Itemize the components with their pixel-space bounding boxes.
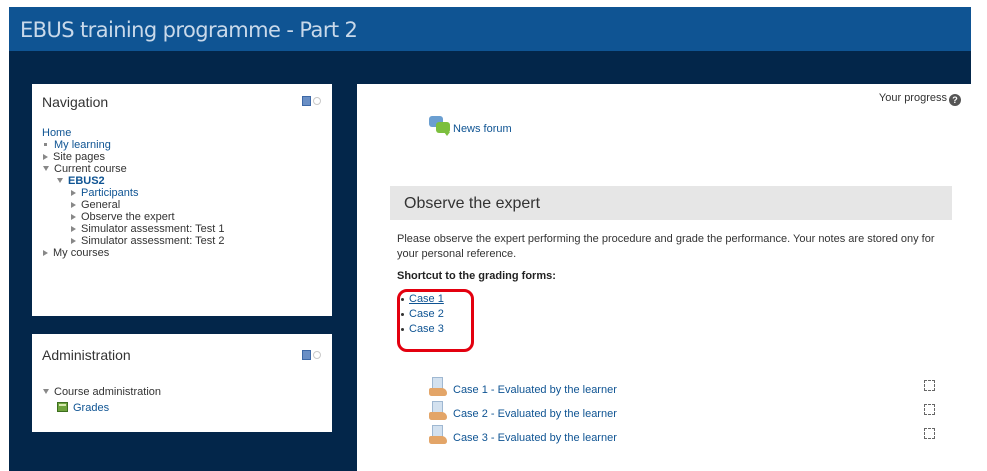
shortcut-heading: Shortcut to the grading forms: bbox=[397, 270, 556, 282]
nav-section-label: Observe the expert bbox=[81, 211, 175, 223]
navigation-tree: Home My learning Site pages Current cour… bbox=[42, 127, 327, 259]
forum-icon bbox=[429, 116, 451, 136]
completion-checkbox[interactable] bbox=[924, 404, 935, 415]
nav-current-course-label: Current course bbox=[54, 163, 127, 175]
dock-icon[interactable] bbox=[302, 350, 311, 360]
expand-icon bbox=[43, 250, 48, 256]
section-title: Observe the expert bbox=[404, 195, 541, 212]
grades-link[interactable]: Grades bbox=[73, 402, 109, 414]
block-controls[interactable] bbox=[302, 350, 322, 360]
nav-participants-link[interactable]: Participants bbox=[81, 187, 138, 199]
grades-icon bbox=[57, 402, 68, 412]
bullet-icon bbox=[44, 143, 47, 147]
main-content: Your progress? News forum Observe the ex… bbox=[357, 84, 971, 471]
progress-label: Your progress bbox=[878, 92, 947, 104]
activity-case-1[interactable]: Case 1 - Evaluated by the learner bbox=[429, 377, 949, 397]
completion-checkbox[interactable] bbox=[924, 380, 935, 391]
nav-section-test2[interactable]: Simulator assessment: Test 2 bbox=[42, 235, 327, 247]
administration-block: Administration Course administration Gra… bbox=[32, 334, 332, 432]
section-header: Observe the expert bbox=[390, 186, 952, 220]
highlight-box bbox=[397, 289, 474, 352]
nav-section-label: Simulator assessment: Test 2 bbox=[81, 235, 225, 247]
nav-section-label: Simulator assessment: Test 1 bbox=[81, 223, 225, 235]
nav-site-pages[interactable]: Site pages bbox=[42, 151, 327, 163]
nav-current-course[interactable]: Current course bbox=[42, 163, 327, 175]
assignment-icon bbox=[429, 377, 449, 397]
nav-section-observe[interactable]: Observe the expert bbox=[42, 211, 327, 223]
nav-my-courses-label: My courses bbox=[53, 247, 110, 259]
nav-my-learning-link[interactable]: My learning bbox=[54, 139, 111, 151]
nav-section-general[interactable]: General bbox=[42, 199, 327, 211]
collapse-arrow-icon bbox=[57, 178, 63, 183]
activity-link[interactable]: Case 1 - Evaluated by the learner bbox=[453, 384, 617, 396]
activity-link[interactable]: Case 2 - Evaluated by the learner bbox=[453, 408, 617, 420]
navigation-block: Navigation Home My learning Site pages C… bbox=[32, 84, 332, 316]
nav-site-pages-label: Site pages bbox=[53, 151, 105, 163]
expand-icon bbox=[71, 190, 76, 196]
activity-case-2[interactable]: Case 2 - Evaluated by the learner bbox=[429, 401, 949, 421]
navigation-title: Navigation bbox=[42, 94, 109, 110]
dock-icon[interactable] bbox=[302, 96, 311, 106]
nav-course-administration[interactable]: Course administration bbox=[42, 386, 327, 398]
block-controls[interactable] bbox=[302, 96, 322, 106]
nav-home-link[interactable]: Home bbox=[42, 127, 71, 139]
nav-section-label: General bbox=[81, 199, 121, 211]
assignment-icon bbox=[429, 425, 449, 445]
nav-my-courses[interactable]: My courses bbox=[42, 247, 327, 259]
collapse-icon[interactable] bbox=[313, 351, 321, 359]
assignment-icon bbox=[429, 401, 449, 421]
your-progress: Your progress? bbox=[879, 92, 961, 106]
expand-icon bbox=[71, 238, 76, 244]
collapse-arrow-icon bbox=[43, 166, 49, 171]
nav-section-test1[interactable]: Simulator assessment: Test 1 bbox=[42, 223, 327, 235]
completion-checkbox[interactable] bbox=[924, 428, 935, 439]
help-icon[interactable]: ? bbox=[949, 94, 961, 106]
expand-icon bbox=[71, 214, 76, 220]
news-forum-link[interactable]: News forum bbox=[453, 123, 512, 135]
administration-title: Administration bbox=[42, 347, 131, 363]
course-admin-label: Course administration bbox=[54, 386, 161, 398]
expand-icon bbox=[71, 226, 76, 232]
collapse-icon[interactable] bbox=[313, 97, 321, 105]
administration-tree: Course administration Grades bbox=[42, 386, 327, 414]
section-summary: Please observe the expert performing the… bbox=[397, 233, 935, 260]
course-title[interactable]: EBUS training programme - Part 2 bbox=[20, 18, 358, 42]
expand-icon bbox=[43, 154, 48, 160]
page-header: EBUS training programme - Part 2 bbox=[9, 7, 971, 51]
nav-course-link[interactable]: EBUS2 bbox=[68, 175, 105, 187]
activity-case-3[interactable]: Case 3 - Evaluated by the learner bbox=[429, 425, 949, 445]
activity-link[interactable]: Case 3 - Evaluated by the learner bbox=[453, 432, 617, 444]
collapse-arrow-icon bbox=[43, 389, 49, 394]
expand-icon bbox=[71, 202, 76, 208]
